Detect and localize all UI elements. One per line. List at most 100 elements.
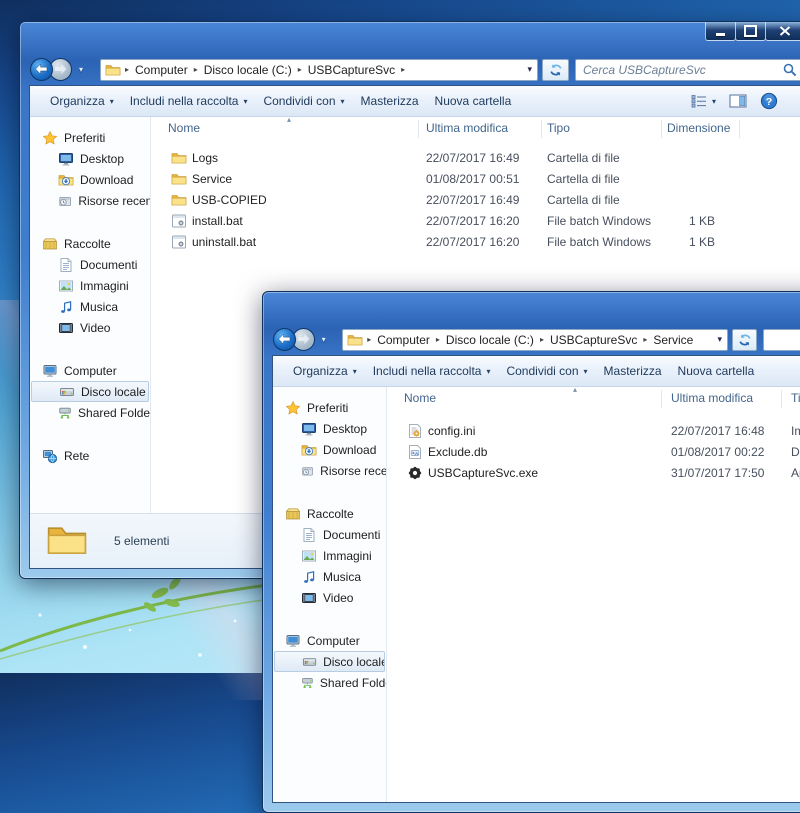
- breadcrumb-usbcapturesvc[interactable]: USBCaptureSvc: [306, 63, 397, 77]
- breadcrumb-computer[interactable]: Computer: [375, 333, 432, 347]
- address-dropdown-icon[interactable]: ▾: [527, 64, 532, 75]
- sidebar-item-documenti[interactable]: Documenti: [30, 254, 150, 275]
- toolbar-masterizza[interactable]: Masterizza: [361, 94, 419, 108]
- change-view-button[interactable]: ▾: [690, 94, 716, 108]
- sidebar-group-rete[interactable]: Rete: [30, 445, 150, 466]
- folder-icon: [171, 192, 187, 208]
- sidebar-item-risorse-recenti[interactable]: Risorse recenti: [30, 190, 150, 211]
- breadcrumb-usbcapturesvc[interactable]: USBCaptureSvc: [548, 333, 639, 347]
- title-bar[interactable]: [20, 22, 800, 54]
- sort-ascending-icon: ▴: [573, 385, 577, 394]
- sidebar-group-computer[interactable]: Computer: [273, 630, 386, 651]
- preview-pane-button[interactable]: [729, 94, 747, 108]
- file-row-uninstall-bat[interactable]: uninstall.bat 22/07/2017 16:20 File batc…: [151, 232, 800, 253]
- sidebar-group-computer[interactable]: Computer: [30, 360, 150, 381]
- minimize-button[interactable]: [705, 22, 736, 41]
- refresh-button[interactable]: [542, 59, 569, 81]
- sidebar-item-musica[interactable]: Musica: [273, 566, 386, 587]
- breadcrumb-separator-icon: ▸: [363, 335, 375, 344]
- sidebar-item-shared-folders[interactable]: Shared Folders: [273, 672, 386, 693]
- search-input[interactable]: [764, 333, 800, 347]
- recent-pages-dropdown[interactable]: ▾: [76, 65, 86, 74]
- toolbar-organizza[interactable]: Organizza▾: [293, 364, 357, 378]
- sidebar-item-download[interactable]: Download: [30, 169, 150, 190]
- toolbar-nuova-cartella[interactable]: Nuova cartella: [678, 364, 755, 378]
- column-header-tipo[interactable]: Tipo: [791, 391, 800, 405]
- sidebar-item-desktop[interactable]: Desktop: [273, 418, 386, 439]
- sidebar-item-disco-locale[interactable]: Disco locale: [274, 651, 385, 672]
- sidebar-group-preferiti[interactable]: Preferiti: [273, 397, 386, 418]
- folder-icon: [44, 519, 90, 561]
- forward-icon: [293, 328, 314, 351]
- breadcrumb-separator-icon: ▸: [536, 335, 548, 344]
- folder-icon: [171, 150, 187, 166]
- address-bar[interactable]: ▸ Computer ▸ Disco locale (C:) ▸ USBCapt…: [100, 59, 538, 81]
- breadcrumb-computer[interactable]: Computer: [133, 63, 190, 77]
- address-dropdown-icon[interactable]: ▾: [718, 334, 723, 345]
- file-row-logs[interactable]: Logs 22/07/2017 16:49 Cartella di file: [151, 148, 800, 169]
- video-icon: [58, 320, 74, 336]
- maximize-button[interactable]: [735, 22, 766, 41]
- sidebar-item-immagini[interactable]: Immagini: [273, 545, 386, 566]
- sidebar-group-raccolte[interactable]: Raccolte: [30, 233, 150, 254]
- search-input[interactable]: [576, 63, 782, 77]
- sidebar-item-video[interactable]: Video: [30, 317, 150, 338]
- breadcrumb-service[interactable]: Service: [651, 333, 695, 347]
- toolbar-masterizza[interactable]: Masterizza: [604, 364, 662, 378]
- toolbar-organizza[interactable]: Organizza▾: [50, 94, 114, 108]
- file-row-config-ini[interactable]: config.ini 22/07/2017 16:48 Impostazioni…: [387, 421, 800, 442]
- file-row-install-bat[interactable]: install.bat 22/07/2017 16:20 File batch …: [151, 211, 800, 232]
- close-icon: [779, 26, 791, 36]
- refresh-button[interactable]: [732, 329, 757, 351]
- back-button[interactable]: [273, 328, 296, 351]
- help-button[interactable]: [760, 92, 778, 110]
- toolbar-includi-nella-raccolta[interactable]: Includi nella raccolta▾: [373, 364, 491, 378]
- sidebar-item-risorse-recenti[interactable]: Risorse recenti: [273, 460, 386, 481]
- back-button[interactable]: [30, 58, 53, 81]
- breadcrumb-disco-locale[interactable]: Disco locale (C:): [202, 63, 294, 77]
- file-row-usbcapturesvc-exe[interactable]: USBCaptureSvc.exe 31/07/2017 17:50 Appli…: [387, 463, 800, 484]
- breadcrumb-separator-icon: ▸: [190, 65, 202, 74]
- file-row-usb-copied[interactable]: USB-COPIED 22/07/2017 16:49 Cartella di …: [151, 190, 800, 211]
- sidebar-group-raccolte[interactable]: Raccolte: [273, 503, 386, 524]
- music-icon: [58, 299, 74, 315]
- sidebar-item-immagini[interactable]: Immagini: [30, 275, 150, 296]
- sidebar-group-preferiti[interactable]: Preferiti: [30, 127, 150, 148]
- column-header-tipo[interactable]: Tipo: [547, 121, 570, 135]
- file-list: ▴ Nome Ultima modifica Tipo config.ini 2…: [386, 387, 800, 802]
- column-header-nome[interactable]: Nome: [404, 391, 436, 405]
- libraries-icon: [42, 236, 58, 252]
- shared-folders-icon: [301, 675, 314, 691]
- sidebar-item-disco-locale[interactable]: Disco locale: [31, 381, 149, 402]
- sidebar-item-musica[interactable]: Musica: [30, 296, 150, 317]
- toolbar-condividi-con[interactable]: Condividi con▾: [506, 364, 587, 378]
- toolbar-condividi-con[interactable]: Condividi con▾: [263, 94, 344, 108]
- sidebar-item-video[interactable]: Video: [273, 587, 386, 608]
- close-button[interactable]: [765, 22, 800, 41]
- column-header-dimensione[interactable]: Dimensione: [667, 121, 730, 135]
- sidebar-item-desktop[interactable]: Desktop: [30, 148, 150, 169]
- column-header-ultima-modifica[interactable]: Ultima modifica: [426, 121, 508, 135]
- breadcrumb-separator-icon: ▸: [121, 65, 133, 74]
- file-row-exclude-db[interactable]: Exclude.db 01/08/2017 00:22 Data Base Fi…: [387, 442, 800, 463]
- search-icon[interactable]: [782, 62, 798, 78]
- desktop: { "columns": {"name": "Nome", "modified"…: [0, 0, 800, 673]
- column-header-nome[interactable]: Nome: [168, 121, 200, 135]
- recent-pages-dropdown[interactable]: ▾: [319, 335, 328, 344]
- column-header-ultima-modifica[interactable]: Ultima modifica: [671, 391, 753, 405]
- file-row-service[interactable]: Service 01/08/2017 00:51 Cartella di fil…: [151, 169, 800, 190]
- address-bar[interactable]: ▸ Computer ▸ Disco locale (C:) ▸ USBCapt…: [342, 329, 728, 351]
- sidebar-item-documenti[interactable]: Documenti: [273, 524, 386, 545]
- search-box: [575, 59, 800, 81]
- views-icon: [690, 94, 708, 108]
- sidebar-item-download[interactable]: Download: [273, 439, 386, 460]
- toolbar-includi-nella-raccolta[interactable]: Includi nella raccolta▾: [130, 94, 248, 108]
- title-bar[interactable]: [263, 292, 800, 324]
- toolbar-nuova-cartella[interactable]: Nuova cartella: [435, 94, 512, 108]
- sidebar-item-shared-folders[interactable]: Shared Folders: [30, 402, 150, 423]
- network-icon: [42, 448, 58, 464]
- navigation-bar: ▾ ▸ Computer ▸ Disco locale (C:) ▸ USBCa…: [20, 54, 800, 85]
- breadcrumb-disco-locale[interactable]: Disco locale (C:): [444, 333, 536, 347]
- star-icon: [285, 400, 301, 416]
- download-folder-icon: [301, 442, 317, 458]
